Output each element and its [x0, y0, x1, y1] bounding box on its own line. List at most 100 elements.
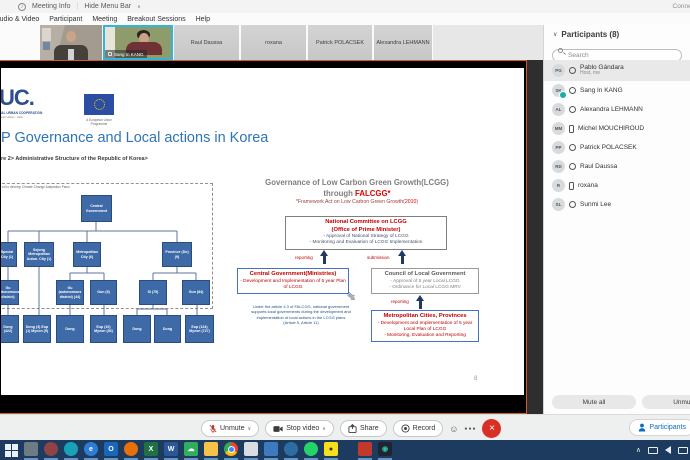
- taskbar-app-app-teal[interactable]: [64, 442, 78, 456]
- org-chart-annotation: ed to develop Climate Change Adaptation …: [2, 185, 70, 189]
- box-bullet: - Monitoring, Evaluation and Reporting: [373, 333, 477, 339]
- box-title: National Committee on LCGG: [287, 219, 445, 227]
- call-controls: Unmute ∨ Stop video ∨ Share Record ☺ ●●●…: [201, 419, 501, 438]
- reactions-icon[interactable]: ☺: [449, 424, 458, 434]
- tray-extra-icon[interactable]: [678, 447, 688, 454]
- menu-audio-video[interactable]: Audio & Video: [0, 16, 39, 23]
- act-year: 2010: [405, 199, 417, 205]
- avatar: SK: [552, 84, 565, 97]
- unmute-button[interactable]: Unmute ∨: [201, 420, 259, 437]
- tray-volume-icon[interactable]: [665, 446, 671, 454]
- arrow-up-icon: [319, 250, 329, 264]
- participant-row[interactable]: RD Raul Daussa: [544, 157, 690, 176]
- more-options-icon[interactable]: ●●●: [464, 426, 476, 432]
- audio-status-icon: [569, 67, 576, 74]
- menu-participant[interactable]: Participant: [49, 16, 82, 23]
- eu-stars-icon: [94, 99, 105, 110]
- taskbar-app-cloud-app[interactable]: ☁: [184, 442, 198, 456]
- org-box-gun-1: Gun (5): [90, 280, 117, 305]
- taskbar-app-outlook[interactable]: O: [104, 442, 118, 456]
- active-speaker-name: Sang In KANG: [114, 52, 144, 57]
- shared-screen-region: UC. NAL URBAN COOPERATION pean Union - A…: [0, 60, 527, 414]
- participant-row[interactable]: PG Pablo GándaraHost, me: [544, 60, 690, 81]
- audio-status-icon: [569, 144, 576, 151]
- start-button[interactable]: [5, 444, 18, 457]
- name-tile[interactable]: Alexandra LEHMANN: [374, 25, 432, 60]
- meeting-info-label[interactable]: Meeting Info: [32, 3, 71, 10]
- participant-name: Sang In KANG: [580, 87, 623, 94]
- name-tile[interactable]: Patrick POLACSEK: [308, 25, 372, 60]
- avatar: MM: [552, 122, 565, 135]
- org-box-dong-1: Dong (422): [1, 315, 19, 343]
- participant-row[interactable]: SK Sang In KANG: [544, 81, 690, 100]
- participant-row[interactable]: R roxana: [544, 176, 690, 195]
- taskbar-app-file-explorer[interactable]: [204, 442, 218, 456]
- menu-meeting[interactable]: Meeting: [92, 16, 117, 23]
- taskbar-app-kakaotalk[interactable]: ●: [324, 442, 338, 456]
- page-number: 8: [474, 376, 477, 382]
- taskbar-app-app-blue[interactable]: [264, 442, 278, 456]
- menu-breakout-sessions[interactable]: Breakout Sessions: [127, 16, 185, 23]
- participants-toggle-button[interactable]: Participants: [629, 419, 690, 436]
- camera-icon: [273, 425, 283, 433]
- participants-label: Participants: [649, 424, 686, 431]
- hide-menu-bar-label[interactable]: Hide Menu Bar: [84, 3, 131, 10]
- box-bullet: - Monitoring and Evaluation of LCGG Impl…: [287, 240, 445, 246]
- participant-row[interactable]: AL Alexandra LEHMANN: [544, 100, 690, 119]
- info-icon[interactable]: i: [18, 3, 26, 11]
- chevron-down-icon[interactable]: ∨: [553, 31, 557, 38]
- title-prefix: through: [323, 189, 355, 198]
- mic-muted-icon: [209, 424, 217, 434]
- menu-help[interactable]: Help: [196, 16, 210, 23]
- tray-display-icon[interactable]: [648, 447, 658, 454]
- reporting-label: reporting: [391, 299, 409, 304]
- taskbar-app-app-red[interactable]: [358, 442, 372, 456]
- name-tile[interactable]: Raul Daussa: [174, 25, 239, 60]
- taskbar-app-excel[interactable]: X: [144, 442, 158, 456]
- divider: |: [77, 3, 79, 10]
- chevron-down-icon[interactable]: ∨: [248, 426, 252, 432]
- taskbar-app-app-gray[interactable]: [24, 442, 38, 456]
- arrow-up-icon: [415, 295, 425, 309]
- taskbar-app-app-maroon[interactable]: [44, 442, 58, 456]
- taskbar-app-webex[interactable]: ◉: [378, 442, 392, 456]
- taskbar-app-firefox[interactable]: [124, 442, 138, 456]
- box-title: Central Government(Ministries): [239, 271, 347, 279]
- window-background: [527, 60, 543, 414]
- council-box: Council of Local Government - Approval o…: [371, 268, 479, 294]
- governance-title: Governance of Low Carbon Green Growth(LC…: [257, 178, 457, 206]
- name-tile[interactable]: roxana: [241, 25, 306, 60]
- audio-status-icon: [569, 106, 576, 113]
- participant-row[interactable]: MM Michel MOUCHIROUD: [544, 119, 690, 138]
- participant-row[interactable]: SL Sunmi Lee: [544, 195, 690, 214]
- org-box-gun-2: Gun (84): [182, 280, 210, 305]
- chevron-up-icon[interactable]: ∧: [137, 4, 141, 10]
- window-title-bar: i Meeting Info | Hide Menu Bar ∧ Connect…: [0, 0, 690, 13]
- taskbar-app-chrome[interactable]: [224, 442, 238, 456]
- org-box-dong-3: Dong: [123, 315, 151, 343]
- leave-meeting-button[interactable]: ×: [482, 419, 501, 438]
- share-button[interactable]: Share: [340, 420, 387, 437]
- taskbar-app-app-globe[interactable]: [284, 442, 298, 456]
- taskbar-app-app-light[interactable]: [244, 442, 258, 456]
- metropolitan-box: Metropolitan Cities, Provinces - Develop…: [371, 310, 479, 342]
- video-tile-active-speaker[interactable]: Sang In KANG: [103, 25, 173, 60]
- stop-video-button[interactable]: Stop video ∨: [265, 420, 334, 437]
- tray-chevron-up-icon[interactable]: ∧: [636, 446, 641, 454]
- chevron-down-icon[interactable]: ∨: [322, 426, 326, 432]
- video-tile-camera-1[interactable]: [40, 25, 102, 60]
- unmute-me-button[interactable]: Unmute me: [642, 395, 690, 409]
- video-name-label: Sang In KANG: [105, 50, 147, 58]
- taskbar-app-word[interactable]: W: [164, 442, 178, 456]
- box-bullet: - Development and Implementation of 5 ye…: [239, 279, 347, 291]
- taskbar-app-whatsapp[interactable]: [304, 442, 318, 456]
- taskbar-app-edge[interactable]: e: [84, 442, 98, 456]
- connection-status: Connected: [673, 3, 690, 10]
- record-label: Record: [413, 425, 436, 432]
- org-box-gu: Gu (autonomous district) (44): [56, 280, 84, 305]
- arrow-up-icon: [397, 250, 407, 264]
- iuc-logo-text: UC.: [1, 86, 59, 110]
- participant-row[interactable]: PP Patrick POLACSEK: [544, 138, 690, 157]
- record-button[interactable]: Record: [393, 420, 444, 437]
- mute-all-button[interactable]: Mute all: [552, 395, 636, 409]
